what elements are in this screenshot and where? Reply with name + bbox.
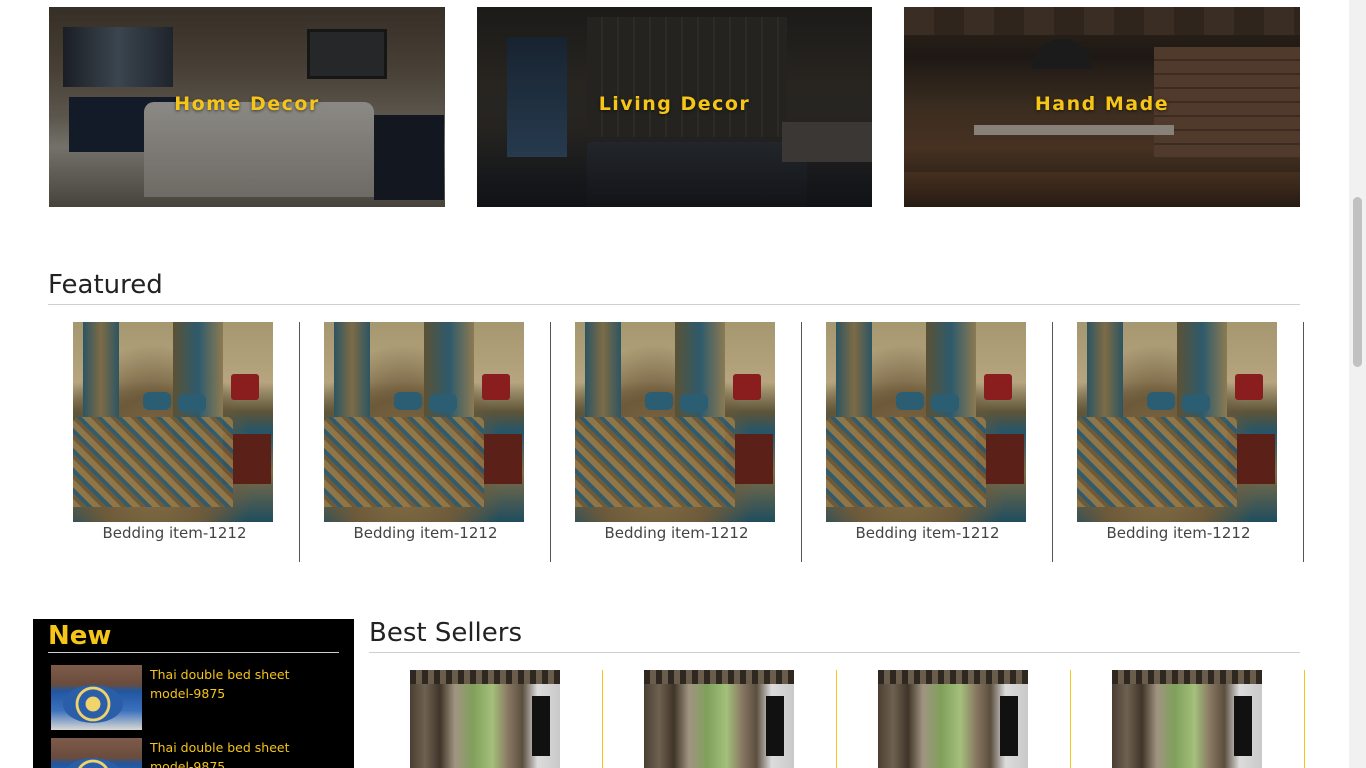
new-heading: New — [48, 621, 112, 651]
best-seller-image[interactable] — [410, 670, 560, 768]
category-title: Hand Made — [1034, 93, 1170, 115]
best-seller-card[interactable] — [1071, 670, 1305, 768]
product-name[interactable]: Bedding item-1212 — [1053, 524, 1304, 542]
product-card[interactable]: Bedding item-1212 — [1053, 322, 1304, 562]
best-seller-image[interactable] — [644, 670, 794, 768]
new-product-item[interactable]: Thai double bed sheet model-9875 — [51, 738, 341, 768]
new-products-panel: New Thai double bed sheet model-9875 Tha… — [33, 619, 354, 768]
page-scrollbar[interactable] — [1349, 0, 1366, 768]
new-product-name[interactable]: Thai double bed sheet model-9875 — [150, 738, 325, 768]
new-product-thumbnail[interactable] — [51, 665, 142, 730]
new-product-name[interactable]: Thai double bed sheet model-9875 — [150, 665, 325, 703]
product-card[interactable]: Bedding item-1212 — [300, 322, 551, 562]
category-tile-home-decor[interactable]: Home Decor — [49, 7, 445, 207]
category-tile-hand-made[interactable]: Hand Made — [904, 7, 1300, 207]
best-sellers-divider — [369, 652, 1300, 653]
scrollbar-thumb[interactable] — [1353, 197, 1362, 367]
product-name[interactable]: Bedding item-1212 — [49, 524, 300, 542]
best-seller-card[interactable] — [837, 670, 1071, 768]
product-image[interactable] — [575, 322, 775, 522]
product-name[interactable]: Bedding item-1212 — [300, 524, 551, 542]
category-tile-living-decor[interactable]: Living Decor — [477, 7, 872, 207]
category-title: Home Decor — [174, 93, 320, 115]
product-image[interactable] — [324, 322, 524, 522]
featured-divider — [48, 304, 1300, 305]
best-seller-card[interactable] — [603, 670, 837, 768]
product-card[interactable]: Bedding item-1212 — [802, 322, 1053, 562]
best-seller-image[interactable] — [878, 670, 1028, 768]
product-card[interactable]: Bedding item-1212 — [551, 322, 802, 562]
category-title: Living Decor — [598, 93, 751, 115]
product-image[interactable] — [1077, 322, 1277, 522]
product-card[interactable]: Bedding item-1212 — [49, 322, 300, 562]
best-sellers-heading: Best Sellers — [369, 618, 523, 648]
product-image[interactable] — [826, 322, 1026, 522]
best-seller-card[interactable] — [369, 670, 603, 768]
featured-heading: Featured — [48, 270, 163, 300]
best-seller-image[interactable] — [1112, 670, 1262, 768]
new-product-item[interactable]: Thai double bed sheet model-9875 — [51, 665, 341, 731]
product-name[interactable]: Bedding item-1212 — [551, 524, 802, 542]
best-seller-divider — [1304, 670, 1305, 768]
new-product-thumbnail[interactable] — [51, 738, 142, 768]
product-name[interactable]: Bedding item-1212 — [802, 524, 1053, 542]
product-image[interactable] — [73, 322, 273, 522]
product-divider — [1303, 322, 1304, 562]
new-divider — [48, 652, 339, 653]
